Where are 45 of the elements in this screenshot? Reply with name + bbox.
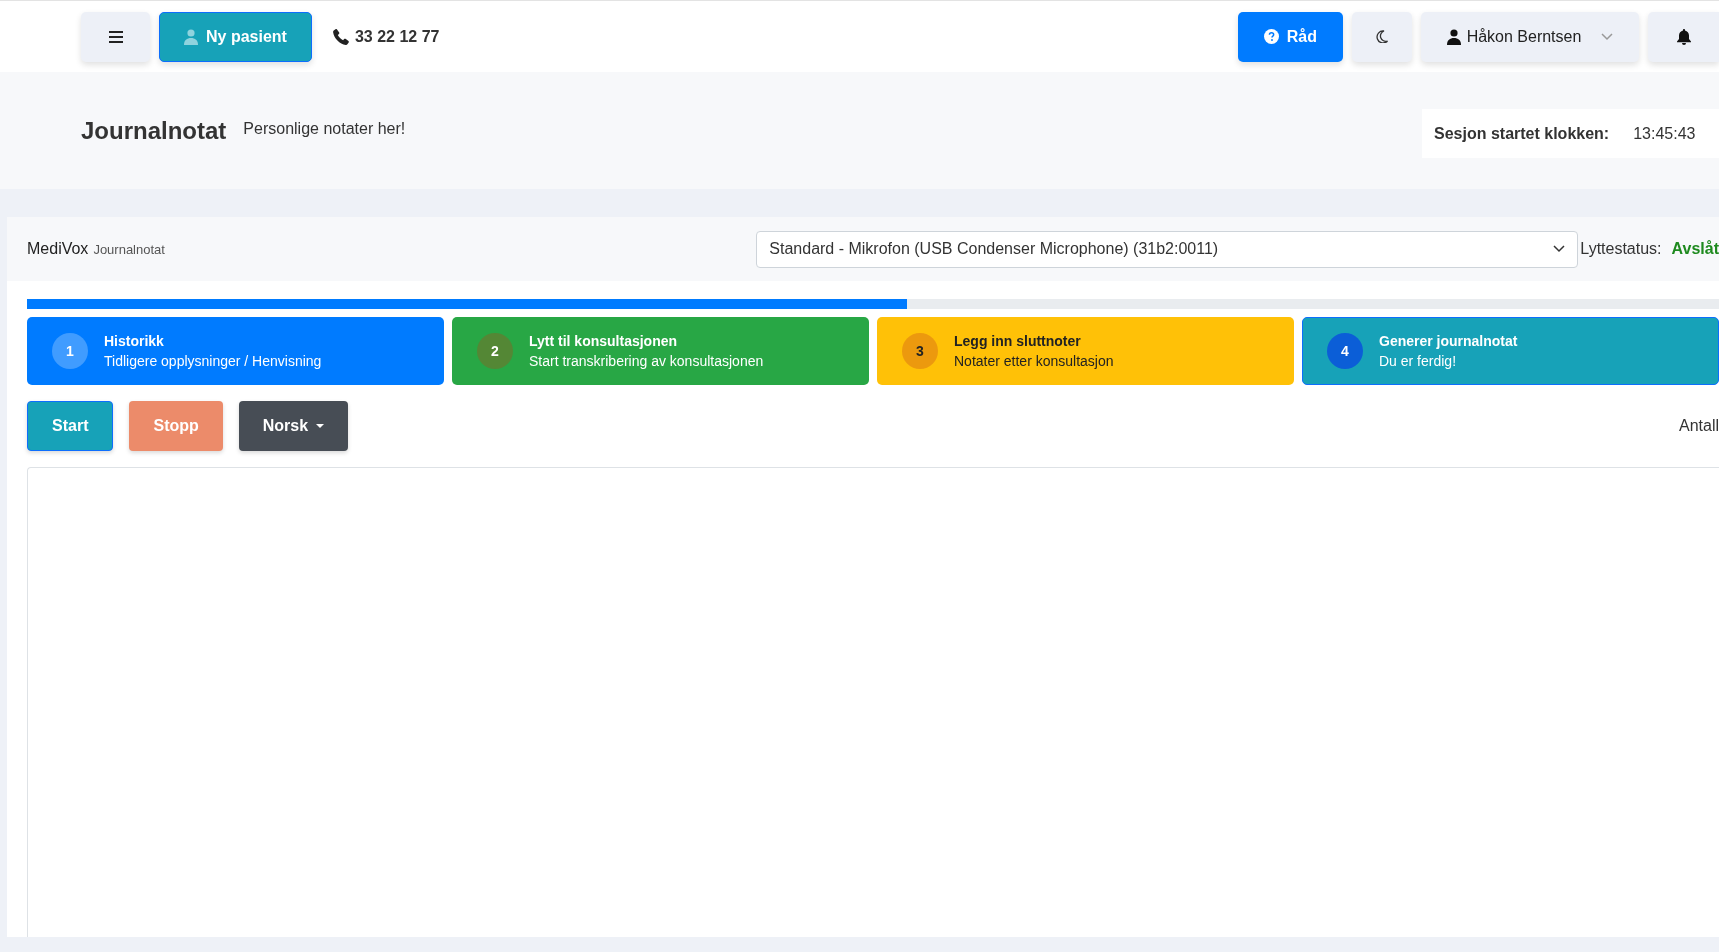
chevron-icon bbox=[1601, 32, 1614, 41]
session-time: 13:45:43 bbox=[1633, 124, 1696, 143]
step-card[interactable]: 4 Generer journalnotat Du er ferdig! bbox=[1302, 317, 1719, 385]
chevron-icon bbox=[1553, 245, 1566, 253]
notifications-button[interactable] bbox=[1648, 11, 1719, 62]
new-patient-button[interactable]: Ny pasient bbox=[159, 11, 312, 62]
step-number: 1 bbox=[52, 333, 88, 369]
step-card[interactable]: 1 Historikk Tidligere opplysninger / Henvisning bbox=[27, 317, 444, 385]
microphone-select[interactable]: Standard - Mikrofon (USB Condenser Microphone) (31b2:0011) bbox=[756, 230, 1579, 268]
step-subtitle: Tidligere opplysninger / Henvisning bbox=[104, 353, 322, 369]
menu-button[interactable] bbox=[81, 11, 150, 62]
help-icon bbox=[1263, 29, 1279, 44]
user-icon bbox=[184, 28, 198, 45]
step-title: Lytt til konsultasjonen bbox=[529, 333, 679, 349]
brand-subtitle: Journalnotat bbox=[93, 241, 165, 257]
language-dropdown[interactable]: Norsk bbox=[238, 401, 349, 451]
start-button[interactable]: Start bbox=[27, 401, 114, 451]
menu-icon bbox=[108, 30, 123, 43]
step-subtitle: Notater etter konsultasjon bbox=[954, 353, 1114, 369]
user-menu[interactable]: Håkon Berntsen bbox=[1421, 11, 1639, 62]
bell-icon bbox=[1676, 28, 1691, 45]
caret-icon bbox=[316, 424, 325, 428]
user-icon bbox=[1446, 28, 1461, 45]
page-title: Journalnotat bbox=[81, 116, 227, 145]
count-label: Antall bbox=[1678, 417, 1719, 435]
brand-name: MediVox bbox=[27, 240, 89, 258]
step-card[interactable]: 2 Lytt til konsultasjonen Start transkribering av konsultasjonen bbox=[452, 317, 869, 385]
phone-number: 33 22 12 77 bbox=[354, 27, 440, 46]
step-title: Legg inn sluttnoter bbox=[954, 333, 1082, 349]
step-subtitle: Du er ferdig! bbox=[1379, 353, 1458, 369]
phone-icon bbox=[332, 28, 349, 45]
session-label: Sesjon startet klokken: bbox=[1434, 124, 1610, 143]
step-number: 2 bbox=[477, 333, 513, 369]
advice-button[interactable]: Råd bbox=[1237, 11, 1343, 62]
step-title: Historikk bbox=[104, 333, 165, 349]
step-number: 4 bbox=[1327, 333, 1363, 369]
page-subtitle: Personlige notater her! bbox=[243, 120, 406, 138]
step-subtitle: Start transkribering av konsultasjonen bbox=[529, 353, 764, 369]
status-label: Lyttestatus: bbox=[1580, 240, 1662, 258]
step-card[interactable]: 3 Legg inn sluttnoter Notater etter konsultasjon bbox=[877, 317, 1294, 385]
step-title: Generer journalnotat bbox=[1379, 333, 1518, 349]
status-value: Avslåt bbox=[1671, 240, 1719, 258]
stop-button[interactable]: Stopp bbox=[129, 401, 223, 451]
moon-icon bbox=[1376, 30, 1388, 43]
step-number: 3 bbox=[902, 333, 938, 369]
